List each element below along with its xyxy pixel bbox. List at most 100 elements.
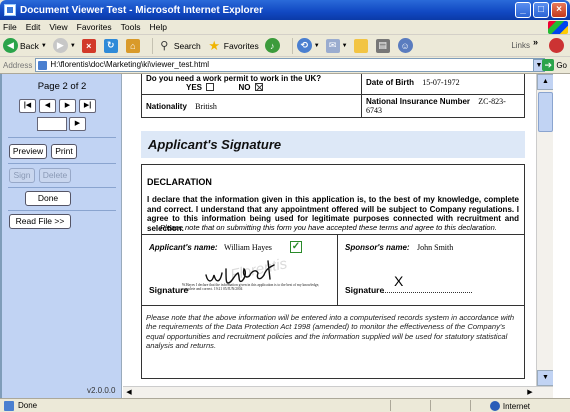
history-icon[interactable]: ⟲ [296, 38, 312, 53]
applicant-name-label: Applicant's name: [149, 243, 218, 252]
menu-edit[interactable]: Edit [26, 22, 41, 32]
status-text: Done [18, 401, 38, 410]
scroll-down-icon[interactable]: ▼ [537, 370, 553, 386]
close-button[interactable]: × [551, 2, 567, 18]
menu-tools[interactable]: Tools [121, 22, 141, 32]
home-icon[interactable]: ⌂ [125, 38, 140, 53]
forward-arrow-icon: ▶ [52, 38, 68, 53]
yes-label: YES [186, 82, 203, 92]
preview-button[interactable]: Preview [9, 144, 47, 159]
no-checkbox[interactable] [254, 83, 263, 92]
status-panel-divider [430, 400, 431, 411]
declaration-note: Please note that on submitting this form… [160, 223, 497, 232]
sponsor-name-value: John Smith [417, 243, 454, 252]
page-indicator: Page 2 of 2 [37, 81, 87, 92]
messenger-icon[interactable]: ☺ [397, 38, 413, 53]
scroll-thumb[interactable] [538, 92, 553, 132]
minimize-button[interactable]: _ [515, 2, 531, 18]
first-page-button[interactable]: |◀ [19, 99, 36, 113]
refresh-icon[interactable]: ↻ [103, 38, 118, 53]
divider [142, 234, 524, 235]
maximize-button[interactable]: □ [533, 2, 549, 18]
mail-dropdown-icon[interactable]: ▼ [342, 43, 348, 49]
address-bar: Address H:\florentis\doc\Marketing\ki\vi… [0, 57, 570, 74]
back-dropdown-icon[interactable]: ▼ [41, 43, 47, 49]
sponsor-signature-line [382, 292, 472, 293]
document-view[interactable]: Do you need a work permit to work in the… [123, 74, 553, 386]
divider [142, 305, 524, 306]
back-label: Back [20, 40, 39, 51]
links-chevron-icon[interactable]: » [533, 37, 538, 47]
next-page-button[interactable]: ▶ [59, 99, 76, 113]
sponsor-signature-mark[interactable]: X [394, 273, 403, 289]
window-controls: _ □ × [515, 2, 567, 18]
links-label[interactable]: Links [511, 41, 530, 50]
page-status-icon [4, 400, 14, 411]
vertical-scrollbar[interactable]: ▲ ▼ [536, 74, 553, 386]
page-number-input[interactable] [37, 117, 67, 131]
side-separator [8, 210, 116, 211]
status-panel-divider [390, 400, 391, 411]
work-permit-question: Do you need a work permit to work in the… [146, 74, 322, 83]
go-to-page-button[interactable]: ▶ [69, 117, 86, 131]
forward-dropdown-icon[interactable]: ▼ [70, 43, 76, 49]
dob-value: 15-07-1972 [422, 78, 460, 87]
viewer-side-panel: Page 2 of 2 |◀ ◀ ▶ ▶| ▶ Preview Print Si… [2, 74, 122, 398]
address-input[interactable]: H:\florentis\doc\Marketing\ki\viewer_tes… [35, 58, 546, 72]
dob-label: Date of Birth [366, 78, 414, 87]
favorites-button[interactable]: ★ Favorites [207, 37, 258, 53]
signature-section-heading: Applicant's Signature [141, 131, 525, 158]
sign-button[interactable]: Sign [9, 168, 35, 183]
print-icon[interactable]: ▤ [375, 38, 390, 53]
browser-content: Page 2 of 2 |◀ ◀ ▶ ▶| ▶ Preview Print Si… [0, 74, 570, 398]
go-arrow-icon: ➔ [542, 59, 555, 71]
stop-icon[interactable]: × [81, 38, 96, 53]
search-label: Search [173, 40, 201, 51]
favorites-star-icon: ★ [208, 37, 221, 53]
prev-page-button[interactable]: ◀ [39, 99, 56, 113]
menu-bar: File Edit View Favorites Tools Help [0, 20, 570, 35]
sponsor-signature-label: Signature [345, 285, 385, 295]
nationality-label: Nationality [146, 101, 187, 111]
horizontal-scrollbar[interactable]: ◀ ▶ [123, 386, 553, 398]
toolbar-extra-icon[interactable] [549, 38, 564, 53]
declaration-title: DECLARATION [147, 177, 212, 187]
last-page-button[interactable]: ▶| [79, 99, 96, 113]
no-label: NO [238, 82, 251, 92]
menu-help[interactable]: Help [149, 22, 166, 32]
go-button[interactable]: ➔ Go [542, 59, 567, 71]
yes-checkbox[interactable] [206, 83, 215, 92]
done-button[interactable]: Done [25, 191, 71, 206]
scroll-up-icon[interactable]: ▲ [537, 74, 553, 90]
side-separator [8, 187, 116, 188]
ni-label: National Insurance Number [366, 97, 471, 106]
back-button[interactable]: ◀ Back ▼ [3, 38, 47, 53]
search-button[interactable]: ⚲ Search [157, 38, 201, 53]
toolbar-separator [291, 37, 293, 54]
folder-icon[interactable] [353, 38, 368, 53]
window-title: Document Viewer Test - Microsoft Interne… [20, 4, 264, 16]
menu-file[interactable]: File [3, 22, 17, 32]
status-panel-divider [470, 400, 471, 411]
signature-verified-check-icon[interactable]: ✓ [290, 241, 302, 253]
back-arrow-icon: ◀ [3, 38, 18, 53]
page-nav-buttons: |◀ ◀ ▶ ▶| [19, 99, 96, 113]
print-button[interactable]: Print [51, 144, 77, 159]
delete-button[interactable]: Delete [39, 168, 71, 183]
menu-favorites[interactable]: Favorites [77, 22, 112, 32]
go-label: Go [556, 60, 567, 70]
divider [337, 234, 338, 305]
side-separator [8, 163, 116, 164]
forward-button[interactable]: ▶ ▼ [52, 38, 76, 53]
history-dropdown-icon[interactable]: ▼ [314, 43, 320, 49]
data-protection-note: Please note that the above information w… [146, 313, 515, 350]
mail-icon[interactable]: ✉ [325, 38, 340, 53]
search-icon: ⚲ [160, 40, 169, 52]
menu-view[interactable]: View [49, 22, 67, 32]
address-label: Address [3, 60, 33, 70]
windows-flag-icon [548, 21, 568, 34]
document-app-icon [4, 4, 16, 16]
nationality-value: British [195, 101, 217, 111]
read-file-button[interactable]: Read File >> [9, 214, 71, 229]
media-icon[interactable]: ♪ [264, 38, 280, 53]
